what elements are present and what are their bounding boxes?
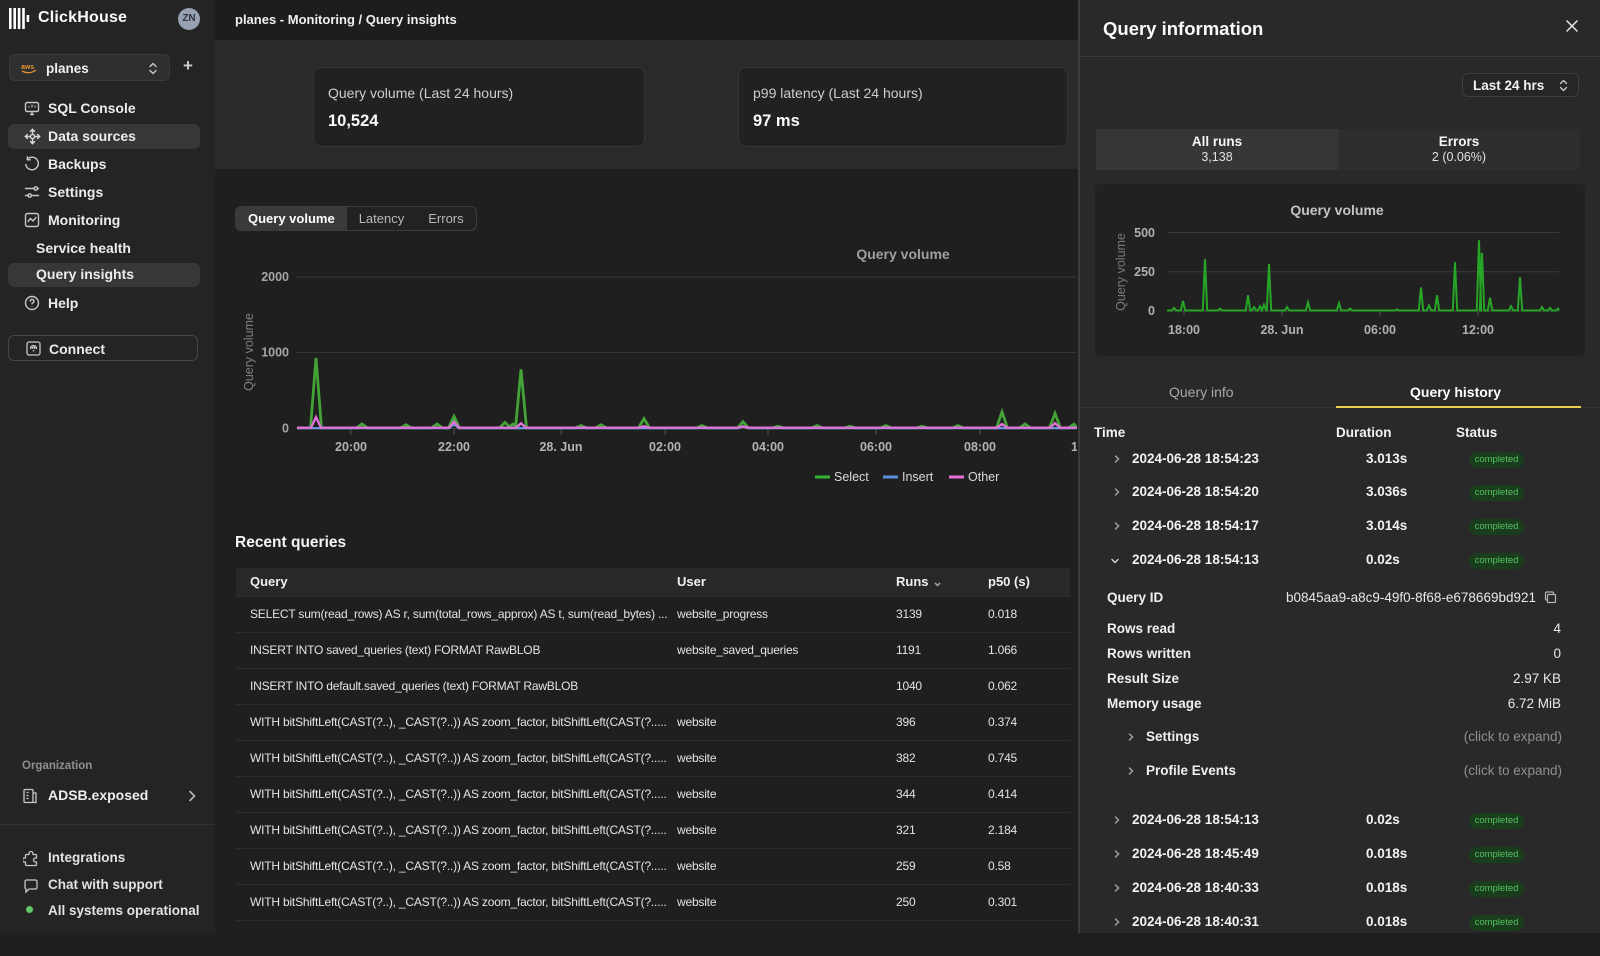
svg-text:0: 0 [282, 422, 289, 436]
svg-text:Query volume: Query volume [856, 246, 950, 262]
svg-text:2000: 2000 [261, 270, 289, 284]
svg-text:aws: aws [21, 64, 34, 71]
svg-text:06:00: 06:00 [1364, 323, 1396, 337]
svg-text:1000: 1000 [261, 346, 289, 360]
svg-text:28. Jun: 28. Jun [539, 440, 582, 454]
svg-text:Query volume: Query volume [1290, 202, 1384, 218]
svg-text:250: 250 [1134, 265, 1155, 279]
svg-text:500: 500 [1134, 226, 1155, 240]
svg-text:Query volume: Query volume [242, 313, 256, 391]
svg-text:10:00: 10:00 [1071, 440, 1077, 454]
svg-text:20:00: 20:00 [335, 440, 367, 454]
svg-text:Query volume: Query volume [1114, 233, 1128, 311]
svg-text:02:00: 02:00 [649, 440, 681, 454]
svg-text:Select: Select [834, 470, 869, 484]
svg-text:22:00: 22:00 [438, 440, 470, 454]
svg-text:18:00: 18:00 [1168, 323, 1200, 337]
svg-text:Other: Other [968, 470, 999, 484]
svg-text:Insert: Insert [902, 470, 934, 484]
svg-text:08:00: 08:00 [964, 440, 996, 454]
svg-text:0: 0 [1148, 304, 1155, 318]
svg-text:04:00: 04:00 [752, 440, 784, 454]
svg-text:12:00: 12:00 [1462, 323, 1494, 337]
svg-text:28. Jun: 28. Jun [1260, 323, 1303, 337]
svg-text:06:00: 06:00 [860, 440, 892, 454]
